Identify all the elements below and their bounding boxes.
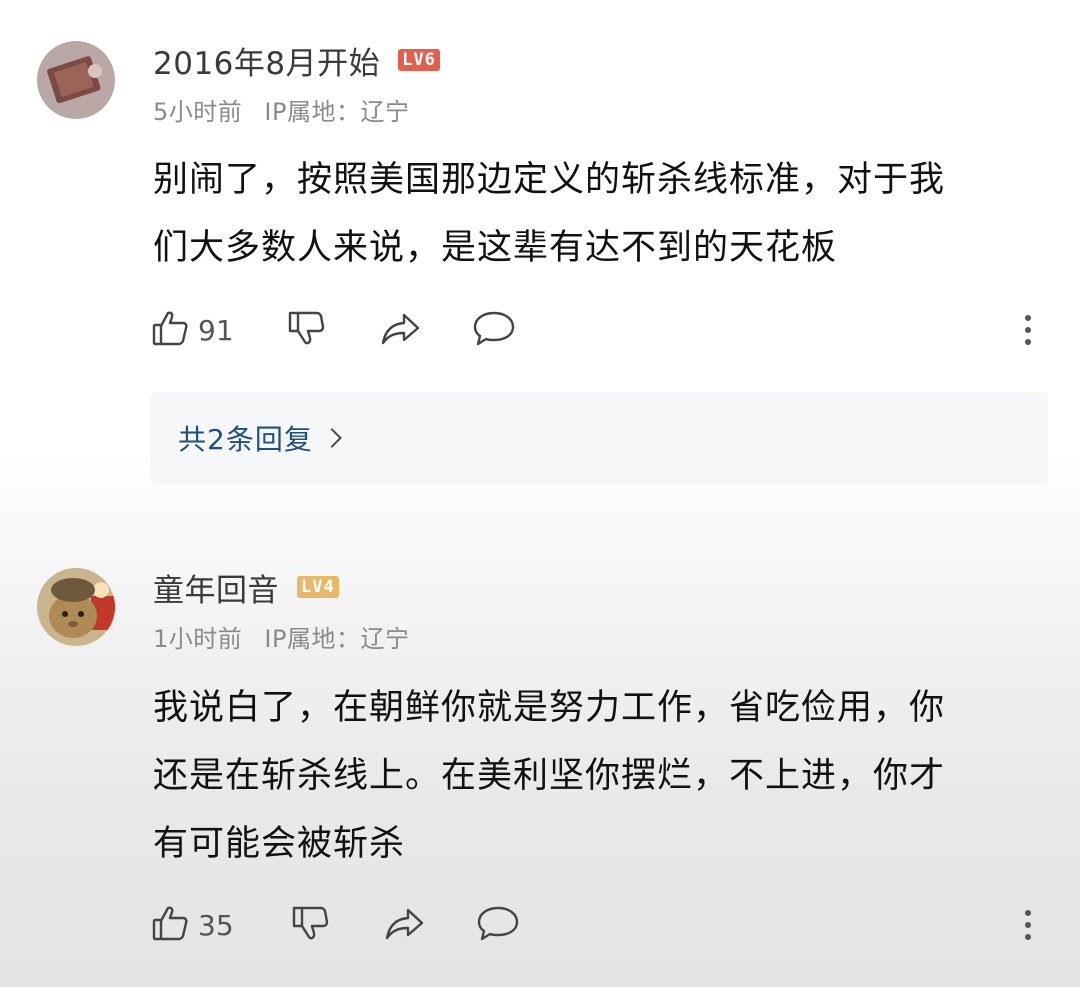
- comment-text: 我说白了，在朝鲜你就是努力工作，省吃俭用，你 还是在斩杀线上。在美利坚你摆烂，不…: [153, 674, 1033, 878]
- username[interactable]: 童年回音: [153, 565, 279, 610]
- ip-location: IP属地：辽宁: [264, 625, 410, 653]
- comment-text-line: 别闹了，按照美国那边定义的斩杀线标准，对于我: [153, 160, 946, 200]
- replies-count-label: 共2条回复: [178, 423, 313, 456]
- user-avatar[interactable]: [37, 568, 115, 646]
- comment-text: 别闹了，按照美国那边定义的斩杀线标准，对于我 们大多数人来说，是这辈有达不到的天…: [153, 146, 1033, 282]
- level-badge: LV4: [297, 576, 339, 598]
- post-time: 1小时前: [153, 625, 243, 653]
- dislike-button[interactable]: [286, 308, 328, 352]
- level-badge: LV6: [398, 49, 440, 71]
- more-vertical-icon[interactable]: [1014, 903, 1042, 947]
- reply-button[interactable]: [476, 903, 520, 947]
- username[interactable]: 2016年8月开始: [153, 38, 380, 83]
- like-button[interactable]: 91: [150, 308, 234, 352]
- username-row: 2016年8月开始 LV6: [153, 38, 440, 83]
- chevron-right-icon: [321, 428, 342, 448]
- like-count: 35: [198, 908, 234, 942]
- thumbs-up-icon: [150, 902, 192, 948]
- reply-button[interactable]: [472, 308, 516, 352]
- username-row: 童年回音 LV4: [153, 565, 339, 610]
- share-button[interactable]: [384, 903, 426, 947]
- thumbs-up-icon: [150, 307, 192, 353]
- comment-text-line: 我说白了，在朝鲜你就是努力工作，省吃俭用，你: [153, 688, 946, 728]
- comment-actions: 91: [150, 308, 1050, 352]
- comment-meta: 5小时前 IP属地：辽宁: [153, 92, 409, 127]
- comment-meta: 1小时前 IP属地：辽宁: [153, 619, 409, 654]
- more-vertical-icon[interactable]: [1014, 308, 1042, 352]
- comment-text-line: 有可能会被斩杀: [153, 824, 406, 864]
- view-replies-button[interactable]: 共2条回复: [150, 392, 1048, 484]
- comment-text-line: 们大多数人来说，是这辈有达不到的天花板: [153, 228, 838, 268]
- dislike-button[interactable]: [290, 903, 332, 947]
- post-time: 5小时前: [153, 98, 243, 126]
- ip-location: IP属地：辽宁: [264, 98, 410, 126]
- user-avatar[interactable]: [37, 41, 115, 119]
- thumbs-down-icon: [290, 902, 332, 948]
- comment-bubble-icon: [476, 902, 520, 948]
- like-count: 91: [198, 313, 234, 347]
- comment-text-line: 还是在斩杀线上。在美利坚你摆烂，不上进，你才: [153, 756, 946, 796]
- like-button[interactable]: 35: [150, 903, 234, 947]
- share-icon: [380, 307, 422, 353]
- share-button[interactable]: [380, 308, 422, 352]
- comment-actions: 35: [150, 903, 1050, 947]
- comment-bubble-icon: [472, 307, 516, 353]
- thumbs-down-icon: [286, 307, 328, 353]
- share-icon: [384, 902, 426, 948]
